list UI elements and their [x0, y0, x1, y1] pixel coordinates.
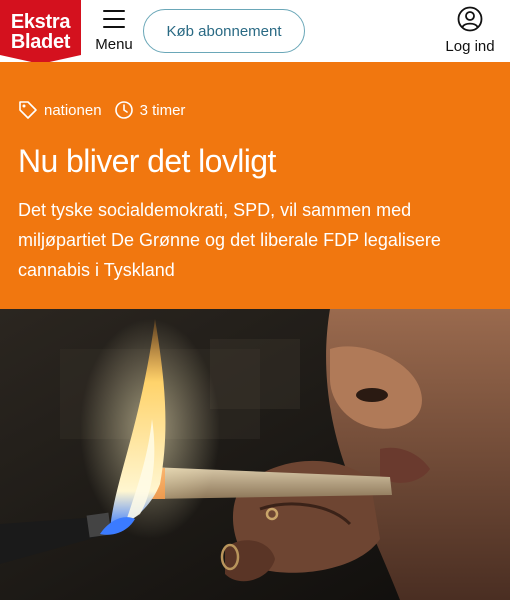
article-lead: Det tyske socialdemokrati, SPD, vil samm… [18, 200, 441, 280]
article-photo[interactable] [0, 309, 510, 600]
article-headline[interactable]: Nu bliver det lovligt [18, 142, 498, 180]
user-icon [457, 6, 483, 32]
login-label: Log ind [445, 38, 495, 55]
menu-icon [103, 10, 125, 28]
section-tag-link[interactable]: nationen [44, 102, 102, 119]
site-header: Ekstra Bladet Menu Køb abonnement Log in… [0, 0, 510, 64]
article-meta: nationen 3 timer [18, 99, 185, 121]
clock-icon [114, 101, 133, 119]
page: Ekstra Bladet Menu Køb abonnement Log in… [0, 0, 510, 600]
tag-icon [19, 101, 37, 119]
logo-line-2: Bladet [10, 31, 71, 53]
menu-label: Menu [95, 36, 133, 53]
article-teaser[interactable]: nationen 3 timer Nu bliver det lovligt D… [0, 62, 510, 309]
publish-time: 3 timer [139, 101, 186, 119]
logo-line-1: Ekstra [10, 11, 71, 33]
menu-button[interactable]: Menu [90, 6, 138, 56]
ekstra-bladet-logo[interactable]: Ekstra Bladet [0, 0, 81, 64]
subscribe-button[interactable]: Køb abonnement [143, 9, 305, 53]
login-button[interactable]: Log ind [440, 6, 500, 56]
